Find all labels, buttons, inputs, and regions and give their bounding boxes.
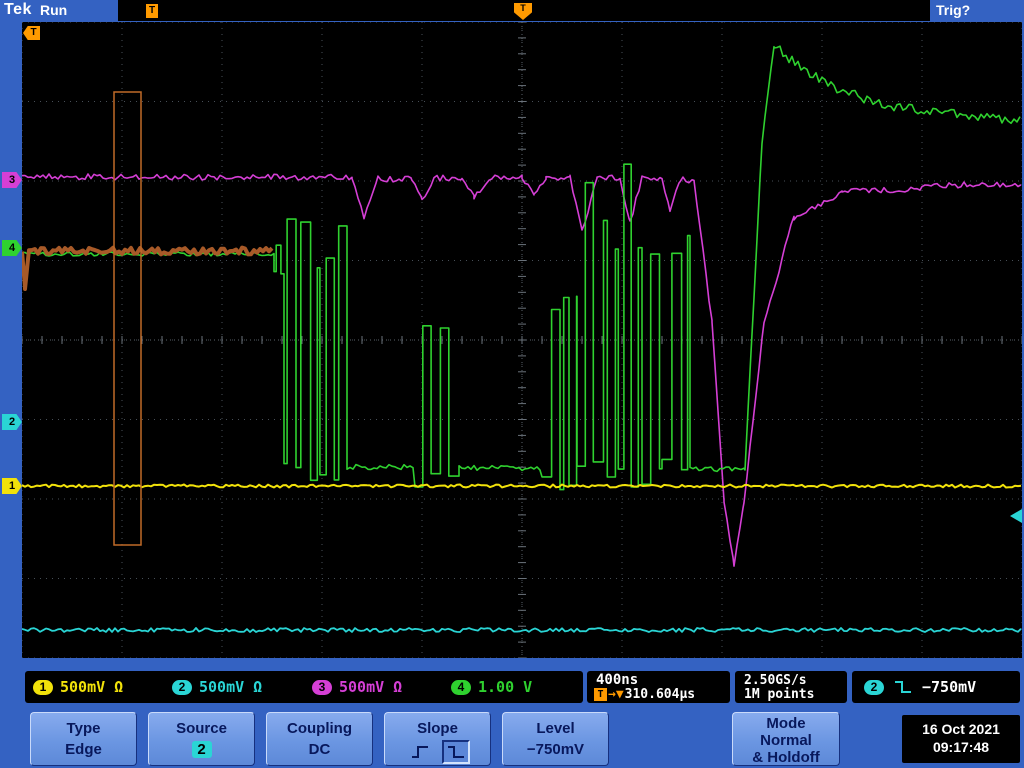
ch1-badge[interactable]: 1 (33, 679, 53, 695)
ch3-position-marker[interactable]: 3 (2, 172, 22, 188)
ch3-badge[interactable]: 3 (312, 679, 332, 695)
ch2-scale: 500mV Ω (199, 678, 263, 696)
level-value: −750mV (526, 741, 585, 758)
trigger-readout: 2 −750mV (852, 671, 1020, 703)
datetime-display: 16 Oct 2021 09:17:48 (902, 715, 1020, 763)
tek-logo: Tek (4, 1, 32, 18)
delay-t-icon: T (594, 688, 607, 701)
ch4-position-marker[interactable]: 4 (2, 240, 22, 256)
grid (21, 21, 1023, 659)
slope-label: Slope (417, 720, 458, 737)
type-button[interactable]: Type Edge (30, 712, 137, 766)
slope-button[interactable]: Slope (384, 712, 491, 766)
mode-button[interactable]: Mode Normal & Holdoff (732, 712, 840, 766)
mode-value-2: & Holdoff (752, 749, 820, 766)
ch2-position-marker[interactable]: 2 (2, 414, 22, 430)
source-label: Source (176, 720, 227, 737)
ch1-readout: 1 500mV Ω (33, 671, 123, 703)
timebase-readout: 400ns T →▼ 310.604µs (587, 671, 730, 703)
trigger-status: Trig? (936, 2, 971, 18)
ch4-scale: 1.00 V (478, 678, 533, 696)
ch2-badge[interactable]: 2 (172, 679, 192, 695)
ch1-position-marker[interactable]: 1 (2, 478, 22, 494)
channel-readouts: 1 500mV Ω 2 500mV Ω 3 500mV Ω 4 1.00 V (25, 671, 583, 703)
timebase-value: 400ns (596, 672, 639, 688)
mode-value-1: Normal (760, 732, 812, 749)
acquisition-status: Run (40, 2, 68, 18)
rising-edge-icon[interactable] (406, 740, 434, 764)
trigger-delay-readout: T →▼ 310.604µs (594, 687, 695, 702)
slope-options (385, 740, 490, 764)
ch4-trace (21, 45, 1021, 491)
level-label: Level (536, 720, 575, 737)
trigger-t-flag-icon[interactable]: T (146, 4, 158, 18)
ch4-badge[interactable]: 4 (451, 679, 471, 695)
type-label: Type (66, 720, 101, 737)
coupling-label: Coupling (287, 720, 352, 737)
record-length: 1M points (744, 687, 815, 702)
oscilloscope-screen: Tek Run T T Trig? T 3 4 2 1 1 500mV Ω 2 … (0, 0, 1024, 768)
delay-value: 310.604µs (624, 687, 696, 702)
ch4-readout: 4 1.00 V (451, 671, 532, 703)
type-value: Edge (65, 741, 102, 758)
acquisition-readout: 2.50GS/s 1M points (735, 671, 847, 703)
ch2-readout: 2 500mV Ω (172, 671, 262, 703)
graticule: T (20, 21, 1023, 659)
top-status-bar: Tek Run T T Trig? (0, 0, 1024, 21)
falling-edge-icon (895, 681, 911, 693)
ch1-scale: 500mV Ω (60, 678, 124, 696)
sample-rate: 2.50GS/s (744, 673, 807, 688)
date: 16 Oct 2021 (922, 721, 1000, 737)
mode-label: Mode (766, 715, 806, 732)
top-marker-strip: T T (118, 0, 930, 21)
level-button[interactable]: Level −750mV (502, 712, 609, 766)
ch3-scale: 500mV Ω (339, 678, 403, 696)
coupling-value: DC (308, 741, 331, 758)
coupling-button[interactable]: Coupling DC (266, 712, 373, 766)
ch3-readout: 3 500mV Ω (312, 671, 402, 703)
falling-edge-option-icon[interactable] (441, 740, 470, 764)
delay-marker-icon: →▼ (608, 687, 624, 702)
waveform-display (20, 21, 1023, 659)
zoom-region-box[interactable] (113, 91, 142, 546)
source-channel-badge: 2 (191, 741, 212, 758)
time: 09:17:48 (932, 739, 990, 755)
trigger-level-value: −750mV (922, 678, 977, 696)
trigger-source-badge: 2 (864, 679, 884, 695)
source-button[interactable]: Source 2 (148, 712, 255, 766)
trigger-position-marker-icon[interactable]: T (514, 3, 532, 20)
